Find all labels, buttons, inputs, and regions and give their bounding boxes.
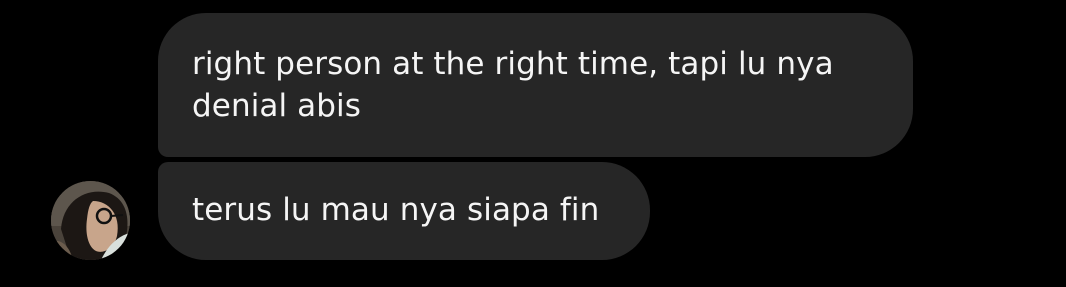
avatar[interactable]	[51, 181, 130, 260]
message-bubble[interactable]: right person at the right time, tapi lu …	[158, 13, 913, 157]
message-text: terus lu mau nya siapa fin	[192, 192, 600, 228]
profile-photo-icon	[51, 181, 130, 260]
message-text: right person at the right time, tapi lu …	[192, 46, 834, 124]
message-thread: right person at the right time, tapi lu …	[0, 0, 1066, 287]
message-bubble[interactable]: terus lu mau nya siapa fin	[158, 162, 650, 260]
